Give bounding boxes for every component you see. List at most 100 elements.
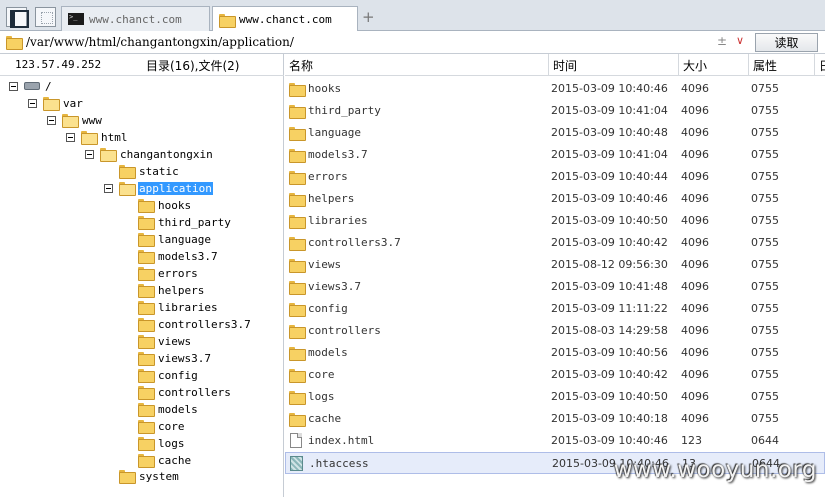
tree-node-html[interactable]: html: [66, 129, 129, 145]
tab-terminal[interactable]: www.chanct.com: [61, 6, 210, 31]
folder-icon: [289, 413, 306, 427]
tree-node-child[interactable]: core: [138, 418, 186, 434]
watermark: www.wooyun.org: [613, 457, 817, 483]
file-row[interactable]: cache 2015-03-09 10:40:18 4096 0755: [285, 408, 825, 430]
tree-node-child[interactable]: cache: [138, 452, 192, 468]
file-time: 2015-03-09 10:40:50: [551, 390, 668, 403]
file-row[interactable]: views 2015-08-12 09:56:30 4096 0755: [285, 254, 825, 276]
file-row[interactable]: config 2015-03-09 11:11:22 4096 0755: [285, 298, 825, 320]
file-name: views: [308, 258, 342, 271]
file-row[interactable]: controllers3.7 2015-03-09 10:40:42 4096 075…: [285, 232, 825, 254]
tree-node-child[interactable]: hooks: [138, 197, 192, 213]
column-header-time[interactable]: 时间: [549, 54, 679, 76]
tree-node-var[interactable]: var: [28, 95, 84, 111]
add-tab-icon[interactable]: +: [362, 8, 375, 26]
file-row[interactable]: language 2015-03-09 10:40:48 4096 0755: [285, 122, 825, 144]
file-attr: 0755: [751, 280, 779, 293]
tree-node-system[interactable]: system: [119, 468, 180, 484]
tree-node-child[interactable]: helpers: [138, 282, 205, 298]
tree-header: 123.57.49.252 目录(16),文件(2): [0, 54, 284, 76]
collapse-icon[interactable]: [28, 98, 37, 108]
tab-label: www.chanct.com: [89, 12, 182, 26]
file-row[interactable]: third_party 2015-03-09 10:41:04 4096 0755: [285, 100, 825, 122]
folder-icon: [119, 165, 136, 179]
tree-node-child[interactable]: models3.7: [138, 248, 219, 264]
file-size: 123: [681, 434, 702, 447]
file-attr: 0755: [751, 126, 779, 139]
file-row[interactable]: hooks 2015-03-09 10:40:46 4096 0755: [285, 78, 825, 100]
file-name: controllers: [308, 324, 381, 337]
bookmark-icon[interactable]: ±: [717, 34, 727, 48]
tree-node-child[interactable]: language: [138, 231, 212, 247]
panel-toggle-icon[interactable]: [6, 7, 29, 28]
tree-node-child[interactable]: third_party: [138, 214, 232, 230]
file-row[interactable]: errors 2015-03-09 10:40:44 4096 0755: [285, 166, 825, 188]
tree-node-child[interactable]: config: [138, 367, 199, 383]
folder-icon: [100, 148, 117, 162]
file-name: index.html: [308, 434, 375, 447]
column-header-name[interactable]: 名称: [285, 54, 549, 76]
tree-node-child[interactable]: logs: [138, 435, 186, 451]
file-row[interactable]: models 2015-03-09 10:40:56 4096 0755: [285, 342, 825, 364]
file-attr: 0755: [751, 412, 779, 425]
file-size: 4096: [681, 148, 709, 161]
file-name: core: [308, 368, 335, 381]
file-row[interactable]: libraries 2015-03-09 10:40:50 4096 0755: [285, 210, 825, 232]
file-time: 2015-03-09 10:40:56: [551, 346, 668, 359]
folder-icon: [138, 301, 155, 315]
folder-icon: [138, 199, 155, 213]
folder-icon: [138, 216, 155, 230]
tree-node-child[interactable]: controllers: [138, 384, 232, 400]
file-row[interactable]: models3.7 2015-03-09 10:41:04 4096 0755: [285, 144, 825, 166]
tab-file-manager[interactable]: www.chanct.com: [212, 6, 358, 32]
folder-icon: [289, 325, 306, 339]
blank-tab-icon[interactable]: [35, 7, 56, 27]
collapse-icon[interactable]: [66, 132, 75, 142]
folder-icon: [62, 114, 79, 128]
tree-node-child[interactable]: views3.7: [138, 350, 212, 366]
tree-node-child[interactable]: controllers3.7: [138, 316, 252, 332]
tree-node-root[interactable]: /: [9, 78, 53, 94]
tree-node-application[interactable]: application: [104, 180, 213, 196]
collapse-icon[interactable]: [9, 81, 18, 91]
folder-icon: [138, 386, 155, 400]
file-size: 4096: [681, 346, 709, 359]
file-row[interactable]: controllers 2015-08-03 14:29:58 4096 0755: [285, 320, 825, 342]
file-attr: 0755: [751, 346, 779, 359]
tree-node-www[interactable]: www: [47, 112, 103, 128]
tree-node-child[interactable]: libraries: [138, 299, 219, 315]
column-header-attr[interactable]: 属性: [749, 54, 815, 76]
chevron-down-icon[interactable]: ∨: [736, 34, 744, 47]
collapse-icon[interactable]: [47, 115, 56, 125]
tab-bar: www.chanct.com www.chanct.com +: [0, 0, 825, 32]
file-time: 2015-08-12 09:56:30: [551, 258, 668, 271]
file-attr: 0755: [751, 368, 779, 381]
file-row[interactable]: index.html 2015-03-09 10:40:46 123 0644: [285, 430, 825, 452]
file-size: 4096: [681, 192, 709, 205]
file-name: config: [308, 302, 348, 315]
drive-icon: [24, 82, 40, 90]
tree-node-static[interactable]: static: [119, 163, 180, 179]
tree-node-child[interactable]: views: [138, 333, 192, 349]
file-size: 4096: [681, 280, 709, 293]
folder-icon: [138, 454, 155, 468]
collapse-icon[interactable]: [85, 149, 94, 159]
tree-node-project[interactable]: changantongxin: [85, 146, 214, 162]
tree-node-child[interactable]: errors: [138, 265, 199, 281]
path-input[interactable]: [26, 35, 716, 49]
folder-icon: [138, 335, 155, 349]
file-size: 4096: [681, 126, 709, 139]
file-attr: 0755: [751, 302, 779, 315]
file-row[interactable]: logs 2015-03-09 10:40:50 4096 0755: [285, 386, 825, 408]
read-button[interactable]: 读取: [755, 33, 818, 52]
tree-node-child[interactable]: models: [138, 401, 199, 417]
folder-icon: [289, 347, 306, 361]
column-header-size[interactable]: 大小: [679, 54, 749, 76]
file-time: 2015-03-09 10:40:48: [551, 126, 668, 139]
file-row[interactable]: views3.7 2015-03-09 10:41:48 4096 0755: [285, 276, 825, 298]
file-row[interactable]: helpers 2015-03-09 10:40:46 4096 0755: [285, 188, 825, 210]
file-row[interactable]: core 2015-03-09 10:40:42 4096 0755: [285, 364, 825, 386]
file-size: 4096: [681, 104, 709, 117]
collapse-icon[interactable]: [104, 183, 113, 193]
column-header-extra[interactable]: 日: [815, 54, 825, 76]
